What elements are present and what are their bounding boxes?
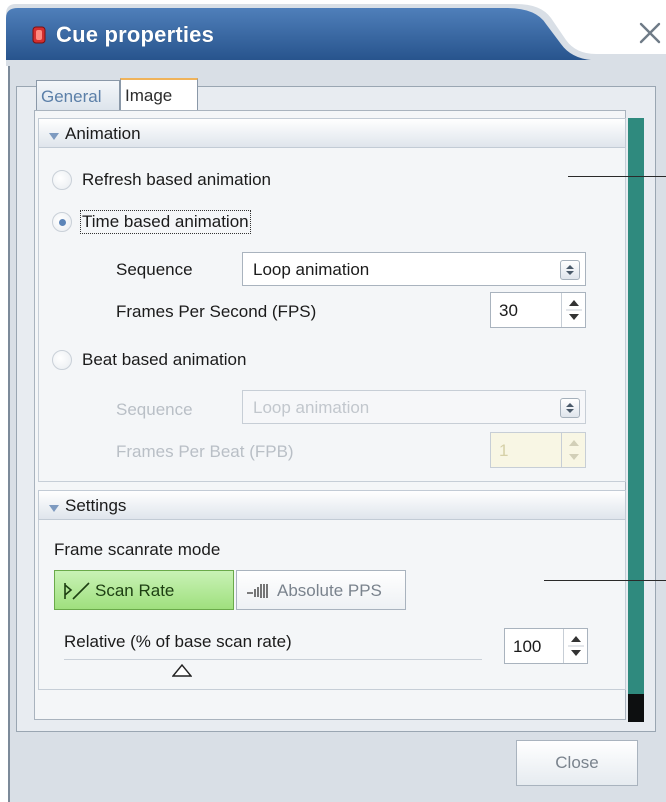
scanrate-mode-label: Frame scanrate mode bbox=[54, 540, 221, 559]
time-animation-label[interactable]: Time based animation bbox=[80, 210, 251, 234]
app-icon bbox=[32, 26, 46, 44]
tab-image[interactable]: Image bbox=[120, 78, 198, 110]
animation-section-header[interactable]: Animation bbox=[38, 118, 626, 148]
time-sequence-label: Sequence bbox=[116, 260, 193, 279]
fps-input[interactable]: 30 bbox=[490, 292, 586, 328]
select-arrows-icon[interactable] bbox=[560, 398, 580, 418]
refresh-animation-radio[interactable] bbox=[52, 170, 72, 190]
absolute-pps-label: Absolute PPS bbox=[277, 581, 382, 600]
chevron-down-icon bbox=[48, 499, 60, 512]
fpb-input[interactable]: 1 bbox=[490, 432, 586, 468]
scan-rate-icon bbox=[63, 581, 93, 601]
beat-animation-label[interactable]: Beat based animation bbox=[82, 350, 246, 370]
callout-line bbox=[568, 176, 666, 177]
close-icon[interactable] bbox=[635, 18, 665, 48]
time-sequence-select[interactable]: Loop animation bbox=[242, 252, 586, 286]
spin-arrows-icon[interactable] bbox=[561, 293, 585, 327]
refresh-animation-label[interactable]: Refresh based animation bbox=[82, 170, 271, 190]
scan-rate-label: Scan Rate bbox=[95, 581, 175, 600]
fpb-label: Frames Per Beat (FPB) bbox=[116, 442, 294, 461]
beat-sequence-select[interactable]: Loop animation bbox=[242, 390, 586, 424]
relative-value: 100 bbox=[513, 637, 542, 656]
scan-rate-button[interactable]: Scan Rate bbox=[54, 570, 234, 610]
slider-thumb-icon[interactable] bbox=[171, 662, 193, 677]
fps-label: Frames Per Second (FPS) bbox=[116, 302, 317, 321]
fps-value: 30 bbox=[499, 301, 518, 320]
time-sequence-value: Loop animation bbox=[253, 260, 370, 279]
close-button[interactable]: Close bbox=[516, 740, 638, 786]
relative-input[interactable]: 100 bbox=[504, 628, 588, 664]
vertical-scrollbar[interactable] bbox=[628, 118, 644, 722]
absolute-pps-button[interactable]: Absolute PPS bbox=[236, 570, 406, 610]
chevron-down-icon bbox=[48, 127, 60, 140]
scrollbar-end[interactable] bbox=[628, 694, 644, 722]
title-bar: Cue properties bbox=[6, 4, 666, 66]
beat-sequence-label: Sequence bbox=[116, 400, 193, 419]
callout-line bbox=[544, 580, 666, 581]
animation-section-title: Animation bbox=[65, 124, 141, 143]
tab-general[interactable]: General bbox=[36, 80, 120, 110]
relative-slider-track[interactable] bbox=[64, 659, 482, 660]
settings-section-header[interactable]: Settings bbox=[38, 490, 626, 520]
absolute-pps-icon bbox=[245, 581, 275, 601]
time-animation-radio[interactable] bbox=[52, 212, 72, 232]
spin-arrows-icon[interactable] bbox=[561, 433, 585, 467]
fpb-value: 1 bbox=[499, 441, 509, 460]
settings-section-title: Settings bbox=[65, 496, 127, 515]
window-title: Cue properties bbox=[56, 22, 215, 47]
spin-arrows-icon[interactable] bbox=[563, 629, 587, 663]
select-arrows-icon[interactable] bbox=[560, 260, 580, 280]
relative-label: Relative (% of base scan rate) bbox=[64, 632, 292, 651]
beat-sequence-value: Loop animation bbox=[253, 398, 370, 417]
beat-animation-radio[interactable] bbox=[52, 350, 72, 370]
